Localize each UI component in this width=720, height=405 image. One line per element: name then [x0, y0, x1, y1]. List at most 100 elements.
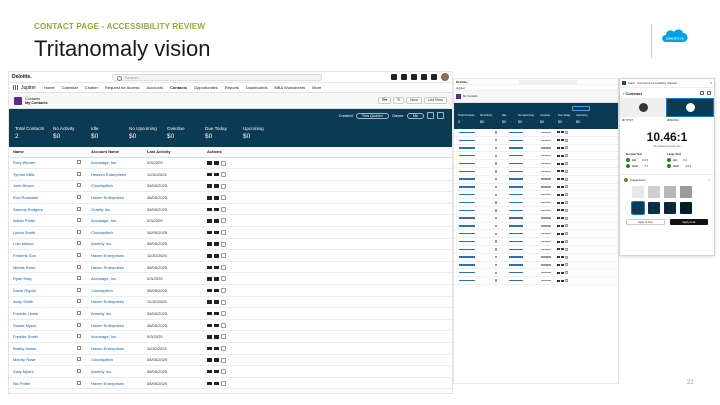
- table-row[interactable]: Nic Potter Haven Enterprises 08/05/2025: [9, 377, 452, 390]
- eyedropper-icon[interactable]: [638, 103, 648, 112]
- contact-name-link[interactable]: Josh Brown: [9, 180, 73, 193]
- row-menu-icon[interactable]: [221, 276, 226, 282]
- email-icon[interactable]: [207, 381, 212, 386]
- apply-to-fore-button[interactable]: Apply to fore: [626, 219, 665, 225]
- account-name-link[interactable]: Cloudsplitch: [87, 180, 143, 193]
- settings-dropdown-button[interactable]: ⚙▾: [377, 97, 392, 104]
- email-icon[interactable]: [207, 184, 212, 188]
- row-checkbox[interactable]: [77, 206, 81, 211]
- table-row[interactable]: Tyrone Mills Heaven Enterprises 11/30/2025: [9, 168, 452, 181]
- row-checkbox[interactable]: [77, 380, 81, 385]
- email-icon[interactable]: [207, 265, 212, 270]
- contact-name-link[interactable]: Frederik Son: [9, 249, 73, 262]
- table-row[interactable]: Rod Roswane Haven Enterprises 08/05/2025: [9, 191, 452, 204]
- contact-name-link[interactable]: Andy Smith: [9, 296, 73, 309]
- row-menu-icon[interactable]: [221, 172, 226, 178]
- row-checkbox[interactable]: [77, 357, 81, 362]
- account-name-link[interactable]: Cloudsplitch: [87, 284, 143, 297]
- table-row[interactable]: Andy Smith Haven Enterprises 11/30/2025: [9, 296, 452, 309]
- new-button[interactable]: New: [406, 97, 422, 104]
- row-menu-icon[interactable]: [221, 369, 226, 375]
- settings-icon[interactable]: [707, 91, 711, 95]
- account-name-link[interactable]: Amerity Inc.: [87, 238, 143, 251]
- contact-name-link[interactable]: Ryan King: [9, 272, 73, 286]
- email-icon[interactable]: [207, 254, 212, 258]
- email-icon[interactable]: [207, 172, 212, 177]
- account-name-link[interactable]: Accusage, Inc.: [87, 272, 143, 286]
- table-row[interactable]: Sammy Rodgers Grasity Inc. 08/05/2025: [9, 203, 452, 216]
- contact-name-link[interactable]: Rod Roswane: [9, 191, 73, 204]
- row-checkbox[interactable]: [77, 334, 81, 339]
- suggestion-swatch[interactable]: [680, 186, 692, 198]
- setup-gear-icon[interactable]: [421, 74, 427, 80]
- foreground-swatch[interactable]: [620, 98, 666, 117]
- phone-icon[interactable]: [214, 196, 219, 200]
- row-checkbox[interactable]: [77, 299, 81, 304]
- phone-icon[interactable]: [214, 219, 219, 223]
- row-menu-icon[interactable]: [221, 322, 226, 328]
- row-menu-icon[interactable]: [221, 160, 226, 166]
- search-input[interactable]: Search...: [112, 73, 322, 81]
- account-name-link[interactable]: Accusage, Inc.: [87, 214, 143, 228]
- app-launcher[interactable]: Jupiter: [12, 84, 44, 91]
- row-checkbox[interactable]: [77, 345, 81, 350]
- phone-icon[interactable]: [214, 277, 219, 281]
- account-name-link[interactable]: Cloudsplitch: [87, 354, 143, 367]
- contact-name-link[interactable]: Sammy Rodgers: [9, 203, 73, 216]
- nav-accounts[interactable]: Accounts: [147, 85, 170, 90]
- contact-name-link[interactable]: David Rigold: [9, 284, 73, 297]
- owner-filter[interactable]: Me: [406, 112, 424, 119]
- account-name-link[interactable]: Haven Enterprises: [87, 342, 143, 355]
- account-name-link[interactable]: Haven Enterprises: [87, 249, 143, 262]
- phone-icon[interactable]: [214, 161, 219, 165]
- account-name-link[interactable]: Cloudsplitch: [87, 226, 143, 239]
- suggestion-swatch[interactable]: [632, 186, 644, 198]
- favorites-icon[interactable]: [391, 74, 397, 80]
- row-menu-icon[interactable]: [221, 299, 226, 305]
- account-name-link[interactable]: Amerity Inc.: [87, 307, 143, 320]
- phone-icon[interactable]: [214, 230, 219, 235]
- created-filter[interactable]: This Quarter: [355, 112, 389, 119]
- nav-more[interactable]: More: [312, 85, 328, 90]
- account-name-link[interactable]: Heaven Enterprises: [87, 168, 143, 181]
- phone-icon[interactable]: [214, 323, 219, 328]
- account-name-link[interactable]: Amerity Inc.: [87, 365, 143, 378]
- account-name-link[interactable]: Accusage, Inc.: [87, 157, 143, 170]
- account-name-link[interactable]: Grasity Inc.: [87, 203, 143, 216]
- row-menu-icon[interactable]: [221, 264, 226, 270]
- row-checkbox[interactable]: [77, 195, 81, 200]
- contact-name-link[interactable]: Nic Potter: [9, 377, 73, 390]
- contact-name-link[interactable]: Lulu Mason: [9, 238, 73, 251]
- table-row[interactable]: Lynda Smith Cloudsplitch 08/05/2025: [9, 226, 452, 239]
- email-icon[interactable]: [207, 300, 212, 304]
- table-row[interactable]: Minnie Ross Haven Enterprises 08/05/2025: [9, 261, 452, 274]
- table-row[interactable]: Mandy Rose Cloudsplitch 08/05/2025: [9, 354, 452, 367]
- table-row[interactable]: Bobby Hearn Haven Enterprises 11/30/2025: [9, 342, 452, 355]
- row-menu-icon[interactable]: [221, 230, 226, 236]
- background-hex[interactable]: #0B3A54: [667, 118, 712, 122]
- row-checkbox[interactable]: [77, 241, 81, 246]
- account-name-link[interactable]: Haven Enterprises: [87, 377, 143, 390]
- contact-name-link[interactable]: Minnie Ross: [9, 261, 73, 274]
- row-checkbox[interactable]: [77, 276, 81, 281]
- nav-request-for-access[interactable]: Request for Access: [105, 85, 146, 90]
- contact-name-link[interactable]: Rory Winder: [9, 157, 73, 170]
- help-icon[interactable]: [411, 74, 417, 80]
- contact-name-link[interactable]: Susan Myers: [9, 319, 73, 332]
- background-swatch[interactable]: [666, 98, 714, 117]
- account-name-link[interactable]: Haven Enterprises: [87, 191, 143, 204]
- email-icon[interactable]: [207, 358, 212, 362]
- row-menu-icon[interactable]: [221, 380, 226, 386]
- contact-name-link[interactable]: Tyrone Mills: [9, 168, 73, 181]
- list-view-selector[interactable]: My Contacts: [25, 101, 48, 105]
- phone-icon[interactable]: [214, 254, 219, 258]
- table-row[interactable]: Susan Myers Haven Enterprises 08/05/2025: [9, 319, 452, 332]
- phone-icon[interactable]: [214, 300, 219, 304]
- row-checkbox[interactable]: [77, 287, 81, 292]
- nav-chatter[interactable]: Chatter: [85, 85, 105, 90]
- nav-dashboards[interactable]: Dashboards: [246, 85, 275, 90]
- row-menu-icon[interactable]: [221, 311, 226, 317]
- col-last-activity[interactable]: Last Activity: [143, 147, 203, 158]
- email-icon[interactable]: [207, 288, 212, 293]
- email-icon[interactable]: [207, 323, 212, 328]
